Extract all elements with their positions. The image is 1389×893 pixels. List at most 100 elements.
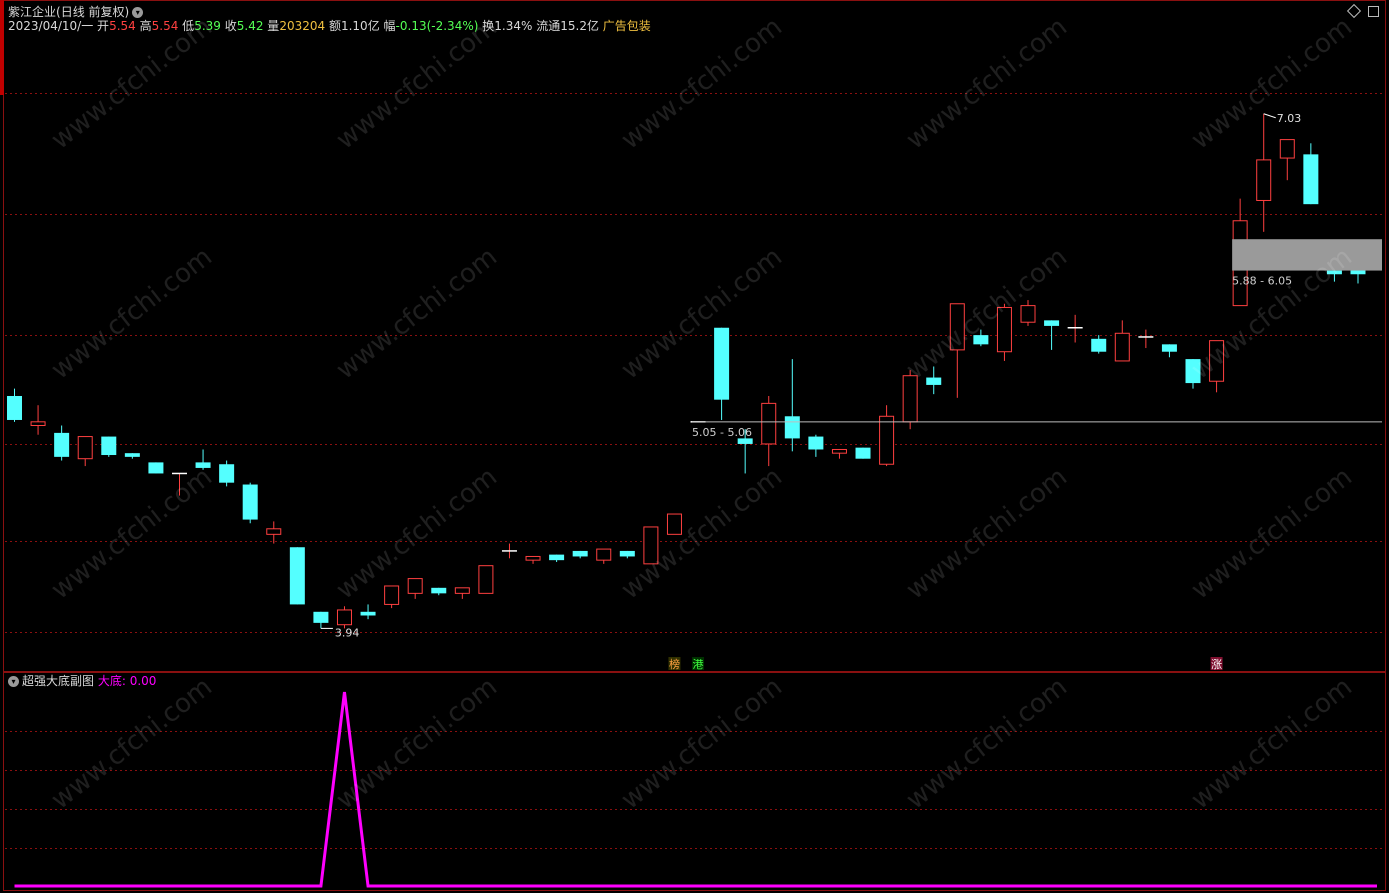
- high-price-label: 7.03: [1277, 112, 1302, 125]
- candle-body: [431, 587, 447, 594]
- candle: [219, 460, 235, 487]
- sector-label[interactable]: 广告包装: [603, 19, 651, 33]
- volume-value: 203204: [279, 19, 326, 33]
- resistance-zone: [1232, 239, 1382, 271]
- stock-name: 紫江企业: [8, 5, 57, 19]
- change-value: -0.13(-2.34%): [395, 19, 479, 33]
- chevron-down-icon[interactable]: ▾: [8, 676, 19, 687]
- candle-body: [855, 447, 871, 459]
- candle: [148, 462, 164, 474]
- candle-body: [242, 484, 258, 520]
- candle-body: [1091, 338, 1107, 352]
- candle: [407, 578, 423, 599]
- candle-body: [1020, 305, 1036, 323]
- cfchi-watermark: www.cfchi.com www.cfchi.com www.cfchi.com w…: [46, 12, 1358, 816]
- quote-stats-line: 2023/04/10/一 开5.54 高5.54 低5.39 收5.42 量20…: [8, 18, 651, 34]
- indicator-title-bar: ▾ 超强大底副图 大底: 0.00: [8, 673, 156, 689]
- candle-body: [1279, 139, 1295, 159]
- candle: [1279, 139, 1295, 181]
- candle-body: [784, 416, 800, 439]
- candle: [831, 448, 847, 459]
- candle-body: [7, 395, 22, 420]
- watermark-text: www.cfchi.com: [1186, 462, 1358, 606]
- watermark-text: www.cfchi.com: [1186, 12, 1358, 156]
- candle-body: [619, 550, 635, 557]
- candle-body: [266, 528, 282, 535]
- candle-body: [77, 436, 93, 460]
- candle: [1091, 335, 1107, 354]
- left-edge-tab: [0, 0, 4, 95]
- candle-body: [761, 402, 777, 445]
- high-value: 5.54: [151, 19, 179, 33]
- candle-body: [289, 547, 305, 605]
- window-box-icon[interactable]: [1368, 6, 1379, 17]
- candle-body: [478, 565, 494, 594]
- candle: [784, 359, 800, 452]
- candle-body: [572, 550, 588, 557]
- candle-body: [454, 587, 470, 594]
- indicator-value: 0.00: [129, 674, 157, 688]
- candle: [596, 548, 612, 564]
- watermark-text: www.cfchi.com: [901, 462, 1073, 606]
- watermark-text: www.cfchi.com: [46, 672, 218, 816]
- candle: [266, 521, 282, 544]
- candle: [101, 436, 117, 457]
- watermark-text: www.cfchi.com: [46, 242, 218, 386]
- candle: [808, 434, 824, 457]
- candle: [501, 543, 517, 559]
- support-zone-label: 5.05 - 5.06: [692, 426, 752, 439]
- quote-date: 2023/04/10/一: [8, 19, 94, 33]
- turnover-value: 1.34%: [494, 19, 533, 33]
- chevron-down-icon[interactable]: ▾: [132, 7, 144, 18]
- candle: [1114, 320, 1130, 362]
- watermark-text: www.cfchi.com: [616, 462, 788, 606]
- turnover-label: 换: [482, 19, 495, 33]
- watermark-text: www.cfchi.com: [331, 672, 503, 816]
- candle-body: [407, 578, 423, 594]
- watermark-text: www.cfchi.com: [1186, 672, 1358, 816]
- indicator-panel-frame: [3, 672, 1386, 891]
- open-label: 开: [97, 19, 110, 33]
- watermark-text: www.cfchi.com: [901, 672, 1073, 816]
- candle: [54, 425, 70, 461]
- candle-body: [313, 611, 329, 623]
- candle: [313, 611, 329, 629]
- float-label: 流通: [536, 19, 561, 33]
- candle-body: [525, 555, 541, 561]
- candle-body: [360, 611, 376, 616]
- candle-body: [831, 448, 847, 454]
- candle: [525, 555, 541, 564]
- candle: [77, 436, 93, 467]
- candle: [30, 405, 46, 435]
- indicator-series-label: 大底:: [97, 674, 126, 688]
- candle-body: [219, 464, 235, 483]
- candle: [1138, 329, 1154, 349]
- candle: [1067, 314, 1083, 343]
- candle: [124, 453, 140, 459]
- change-label: 幅: [383, 19, 396, 33]
- candle-body: [1114, 332, 1130, 362]
- candle-body: [384, 585, 400, 605]
- watermark-text: www.cfchi.com: [46, 462, 218, 606]
- indicator-series: [14, 691, 1377, 888]
- watermark-text: www.cfchi.com: [901, 242, 1073, 386]
- close-label: 收: [224, 19, 237, 33]
- flag-label: 涨: [1211, 658, 1222, 671]
- amount-value: 1.10亿: [340, 19, 380, 33]
- open-value: 5.54: [109, 19, 136, 33]
- candle-body: [1161, 344, 1177, 352]
- close-value: 5.42: [236, 19, 264, 33]
- candle: [1256, 113, 1272, 232]
- low-price-label: 3.94: [335, 626, 360, 639]
- candle-body: [902, 375, 918, 423]
- candle: [478, 565, 494, 594]
- candle: [360, 604, 376, 620]
- candle-body: [1044, 320, 1060, 326]
- candle-body: [808, 436, 824, 450]
- chart-canvas[interactable]: 5.05 - 5.065.88 - 6.057.033.94榜港涨 www.cf…: [0, 0, 1389, 893]
- candle: [855, 447, 871, 459]
- flag-label: 榜: [669, 657, 680, 671]
- candle: [879, 405, 895, 467]
- watermark-text: www.cfchi.com: [616, 672, 788, 816]
- candle-body: [336, 609, 352, 626]
